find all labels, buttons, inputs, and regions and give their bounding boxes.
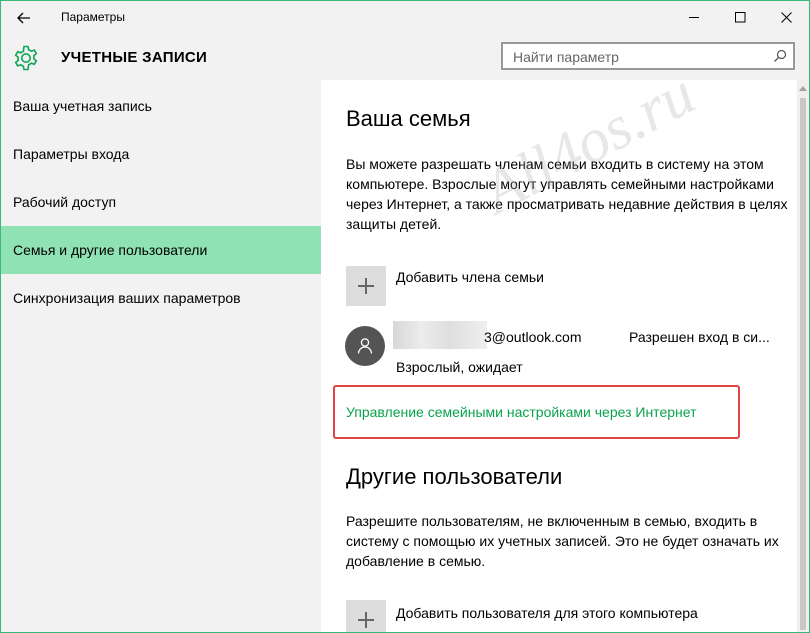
sidebar-item-sign-in-options[interactable]: Параметры входа	[1, 130, 321, 178]
other-users-description: Разрешите пользователям, не включенным в…	[346, 513, 779, 569]
member-role: Взрослый, ожидает	[396, 359, 523, 375]
sidebar-item-sync-settings[interactable]: Синхронизация ваших параметров	[1, 274, 321, 322]
scroll-thumb[interactable]	[800, 98, 806, 630]
maximize-button[interactable]	[717, 1, 763, 34]
maximize-icon	[734, 12, 745, 23]
person-icon	[357, 338, 373, 354]
minimize-button[interactable]	[671, 1, 717, 34]
search-box[interactable]	[501, 42, 795, 70]
other-users-section-title: Другие пользователи	[346, 464, 563, 489]
sidebar-nav: Ваша учетная запись Параметры входа Рабо…	[1, 80, 321, 632]
sidebar-item-label: Семья и другие пользователи	[13, 242, 208, 258]
back-arrow-icon	[17, 12, 30, 23]
settings-header: УЧЕТНЫЕ ЗАПИСИ	[1, 34, 809, 80]
scroll-up-arrow-icon[interactable]	[799, 86, 807, 91]
window-title: Параметры	[61, 10, 125, 24]
manage-family-settings-link[interactable]: Управление семейными настройками через И…	[346, 404, 696, 420]
add-family-member-label: Добавить члена семьи	[396, 269, 544, 285]
sidebar-item-label: Параметры входа	[13, 146, 130, 162]
gear-icon	[14, 45, 38, 71]
sidebar-item-family-other-users[interactable]: Семья и другие пользователи	[1, 226, 321, 274]
sidebar-item-label: Ваша учетная запись	[13, 98, 152, 114]
title-bar: Параметры	[1, 1, 809, 34]
member-status: Разрешен вход в си...	[629, 329, 770, 345]
sidebar-item-work-access[interactable]: Рабочий доступ	[1, 178, 321, 226]
family-section-title: Ваша семья	[346, 106, 471, 131]
avatar	[345, 326, 385, 366]
sidebar-item-your-account[interactable]: Ваша учетная запись	[1, 82, 321, 130]
search-icon[interactable]	[773, 49, 787, 63]
plus-icon	[346, 600, 386, 632]
close-button[interactable]	[763, 1, 809, 34]
scrollbar[interactable]	[797, 80, 809, 632]
settings-window: Параметры УЧЕТНЫЕ ЗАПИСИ Найти параметр …	[0, 0, 810, 633]
add-other-user-label: Добавить пользователя для этого компьюте…	[396, 605, 698, 621]
member-email: 3@outlook.com	[484, 329, 582, 345]
redacted-email-blur	[393, 321, 487, 349]
family-description: Вы можете разрешать членам семьи входить…	[346, 156, 788, 232]
page-title: УЧЕТНЫЕ ЗАПИСИ	[61, 49, 208, 66]
main-content: Ваша семья Вы можете разрешать членам се…	[321, 80, 797, 632]
minimize-icon	[688, 17, 699, 18]
plus-icon	[346, 266, 386, 306]
close-icon	[780, 12, 792, 23]
back-button[interactable]	[1, 1, 47, 34]
sidebar-item-label: Рабочий доступ	[13, 194, 117, 210]
sidebar-item-label: Синхронизация ваших параметров	[13, 290, 241, 306]
search-input[interactable]	[513, 47, 753, 67]
